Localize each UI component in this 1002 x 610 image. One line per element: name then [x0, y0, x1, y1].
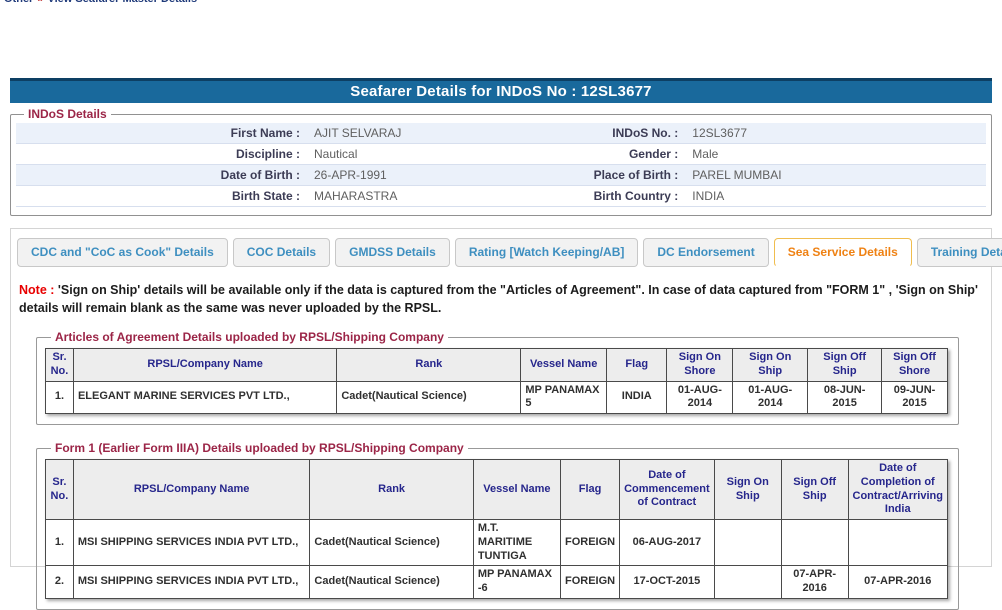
column-header-rpsl-company-name: RPSL/Company Name: [73, 349, 336, 382]
breadcrumb-separator: »: [33, 0, 47, 5]
cell-vessel-name: MP PANAMAX -6: [473, 566, 560, 599]
discipline-value: Nautical: [307, 144, 496, 165]
cell-flag: INDIA: [607, 381, 667, 414]
column-header-sign-off-ship: Sign Off Ship: [808, 349, 882, 382]
articles-of-agreement-fieldset: Articles of Agreement Details uploaded b…: [36, 330, 959, 425]
cell-sign-on-ship: 01-AUG-2014: [733, 381, 808, 414]
birth-state-label: Birth State :: [16, 186, 307, 207]
tab-gmdss-details[interactable]: GMDSS Details: [335, 238, 450, 267]
sign-on-ship-note: Note : 'Sign on Ship' details will be av…: [19, 282, 978, 317]
column-header-flag: Flag: [560, 460, 619, 520]
cell-sign-off-ship: 07-APR-2016: [781, 566, 848, 599]
cell-rank: Cadet(Nautical Science): [337, 381, 521, 414]
table-header-row: Sr. No. RPSL/Company Name Rank Vessel Na…: [46, 460, 948, 520]
cell-date-of-commencement: 06-AUG-2017: [620, 520, 715, 566]
cell-rpsl-company-name: MSI SHIPPING SERVICES INDIA PVT LTD.,: [73, 566, 310, 599]
column-header-sr-no: Sr. No.: [46, 460, 74, 520]
indos-row-birth-date: Date of Birth : 26-APR-1991 Place of Bir…: [16, 165, 986, 186]
date-of-birth-label: Date of Birth :: [16, 165, 307, 186]
table-row: 1. ELEGANT MARINE SERVICES PVT LTD., Cad…: [46, 381, 948, 414]
column-header-sr-no: Sr. No.: [46, 349, 74, 382]
birth-country-label: Birth Country :: [496, 186, 685, 207]
note-text: 'Sign on Ship' details will be available…: [19, 283, 978, 315]
indos-no-label: INDoS No. :: [496, 123, 685, 144]
cell-date-of-commencement: 17-OCT-2015: [620, 566, 715, 599]
place-of-birth-label: Place of Birth :: [496, 165, 685, 186]
cell-vessel-name: MP PANAMAX 5: [521, 381, 607, 414]
indos-details-fieldset: INDoS Details First Name : AJIT SELVARAJ…: [10, 107, 992, 216]
cell-sr-no: 2.: [46, 566, 74, 599]
cell-date-of-completion: [848, 520, 948, 566]
tab-rating-watch-keeping-ab[interactable]: Rating [Watch Keeping/AB]: [455, 238, 639, 267]
place-of-birth-value: PAREL MUMBAI: [685, 165, 986, 186]
column-header-sign-on-shore: Sign On Shore: [667, 349, 733, 382]
page-title: Seafarer Details for INDoS No : 12SL3677: [10, 78, 992, 103]
column-header-sign-on-ship: Sign On Ship: [714, 460, 781, 520]
column-header-date-of-commencement: Date of Commencement of Contract: [620, 460, 715, 520]
indos-no-value: 12SL3677: [685, 123, 986, 144]
cell-date-of-completion: 07-APR-2016: [848, 566, 948, 599]
date-of-birth-value: 26-APR-1991: [307, 165, 496, 186]
cell-rpsl-company-name: MSI SHIPPING SERVICES INDIA PVT LTD.,: [73, 520, 310, 566]
column-header-vessel-name: Vessel Name: [521, 349, 607, 382]
indos-row-discipline: Discipline : Nautical Gender : Male: [16, 144, 986, 165]
column-header-date-of-completion: Date of Completion of Contract/Arriving …: [848, 460, 948, 520]
column-header-rank: Rank: [337, 349, 521, 382]
column-header-sign-off-shore: Sign Off Shore: [882, 349, 948, 382]
form1-fieldset: Form 1 (Earlier Form IIIA) Details uploa…: [36, 441, 959, 610]
cell-sr-no: 1.: [46, 520, 74, 566]
first-name-value: AJIT SELVARAJ: [307, 123, 496, 144]
cell-sign-on-ship: [714, 566, 781, 599]
indos-details-legend: INDoS Details: [24, 107, 111, 121]
first-name-label: First Name :: [16, 123, 307, 144]
cell-flag: FOREIGN: [560, 566, 619, 599]
cell-sign-off-shore: 09-JUN-2015: [882, 381, 948, 414]
cell-rpsl-company-name: ELEGANT MARINE SERVICES PVT LTD.,: [73, 381, 336, 414]
indos-row-birth-state: Birth State : MAHARASTRA Birth Country :…: [16, 186, 986, 207]
column-header-sign-off-ship: Sign Off Ship: [781, 460, 848, 520]
tab-coc-details[interactable]: COC Details: [233, 238, 330, 267]
form1-table: Sr. No. RPSL/Company Name Rank Vessel Na…: [45, 459, 948, 599]
cell-rank: Cadet(Nautical Science): [310, 566, 473, 599]
articles-of-agreement-table: Sr. No. RPSL/Company Name Rank Vessel Na…: [45, 348, 948, 414]
breadcrumb: Other»View Seafarer Master Details: [0, 0, 1002, 5]
table-row: 1. MSI SHIPPING SERVICES INDIA PVT LTD.,…: [46, 520, 948, 566]
form1-legend: Form 1 (Earlier Form IIIA) Details uploa…: [51, 441, 468, 455]
breadcrumb-current-page: View Seafarer Master Details: [47, 0, 197, 5]
tab-sea-service-details[interactable]: Sea Service Details: [774, 238, 912, 267]
birth-country-value: INDIA: [685, 186, 986, 207]
cell-sign-on-shore: 01-AUG-2014: [667, 381, 733, 414]
column-header-vessel-name: Vessel Name: [473, 460, 560, 520]
tab-cdc-coc-as-cook-details[interactable]: CDC and "CoC as Cook" Details: [17, 238, 228, 267]
gender-value: Male: [685, 144, 986, 165]
tab-bar: CDC and "CoC as Cook" Details COC Detail…: [16, 238, 981, 267]
table-row: 2. MSI SHIPPING SERVICES INDIA PVT LTD.,…: [46, 566, 948, 599]
birth-state-value: MAHARASTRA: [307, 186, 496, 207]
cell-sign-off-ship: 08-JUN-2015: [808, 381, 882, 414]
column-header-flag: Flag: [607, 349, 667, 382]
cell-sign-off-ship: [781, 520, 848, 566]
column-header-sign-on-ship: Sign On Ship: [733, 349, 808, 382]
gender-label: Gender :: [496, 144, 685, 165]
note-label: Note :: [19, 283, 54, 297]
breadcrumb-link-other[interactable]: Other: [4, 0, 33, 5]
column-header-rank: Rank: [310, 460, 473, 520]
cell-vessel-name: M.T. MARITIME TUNTIGA: [473, 520, 560, 566]
column-header-rpsl-company-name: RPSL/Company Name: [73, 460, 310, 520]
cell-rank: Cadet(Nautical Science): [310, 520, 473, 566]
cell-sr-no: 1.: [46, 381, 74, 414]
tab-content-panel: CDC and "CoC as Cook" Details COC Detail…: [10, 228, 992, 567]
tab-training-details[interactable]: Training Details: [917, 238, 1002, 267]
table-header-row: Sr. No. RPSL/Company Name Rank Vessel Na…: [46, 349, 948, 382]
discipline-label: Discipline :: [16, 144, 307, 165]
cell-sign-on-ship: [714, 520, 781, 566]
cell-flag: FOREIGN: [560, 520, 619, 566]
articles-of-agreement-legend: Articles of Agreement Details uploaded b…: [51, 330, 448, 344]
indos-row-name: First Name : AJIT SELVARAJ INDoS No. : 1…: [16, 123, 986, 144]
tab-dc-endorsement[interactable]: DC Endorsement: [643, 238, 768, 267]
indos-details-table: First Name : AJIT SELVARAJ INDoS No. : 1…: [16, 123, 986, 207]
breadcrumb-clip-region: Other»View Seafarer Master Details: [0, 0, 1002, 6]
